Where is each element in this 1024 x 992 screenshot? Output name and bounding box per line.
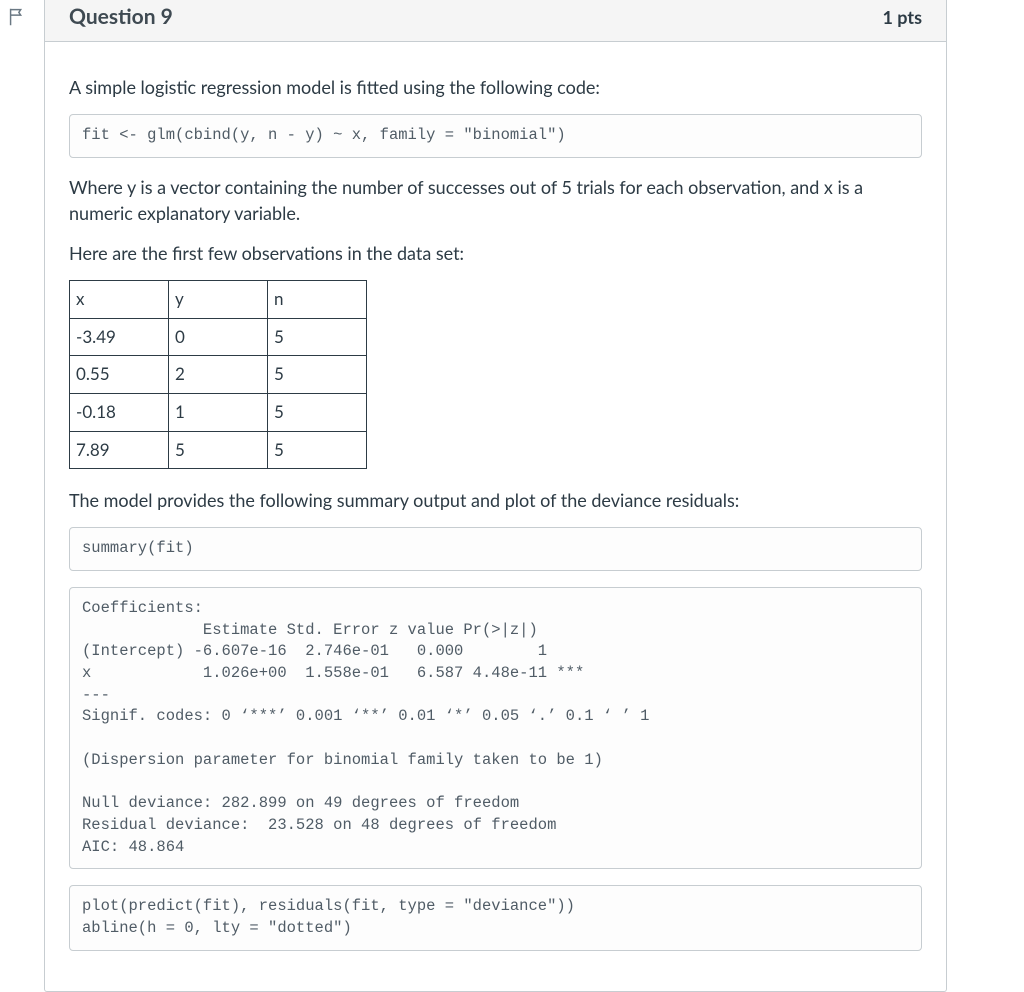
cell: 5: [268, 356, 367, 394]
table-row: -0.18 1 5: [70, 393, 367, 431]
cell: 1: [169, 393, 268, 431]
paragraph-where: Where y is a vector containing the numbe…: [69, 174, 922, 226]
cell: 0: [169, 318, 268, 356]
table-row: 7.89 5 5: [70, 431, 367, 469]
question-points: 1 pts: [882, 6, 922, 28]
cell: 5: [268, 393, 367, 431]
flag-icon[interactable]: [6, 6, 28, 28]
question-body: A simple logistic regression model is fi…: [45, 42, 946, 991]
table-row: -3.49 0 5: [70, 318, 367, 356]
question-title: Question 9: [69, 4, 173, 29]
table-row: 0.55 2 5: [70, 356, 367, 394]
code-block-plot: plot(predict(fit), residuals(fit, type =…: [69, 885, 922, 950]
col-y: y: [169, 281, 268, 319]
cell: 2: [169, 356, 268, 394]
question-header: Question 9 1 pts: [45, 0, 946, 42]
quiz-question-page: Question 9 1 pts A simple logistic regre…: [0, 0, 1024, 919]
cell: 7.89: [70, 431, 169, 469]
code-block-summary-output: Coefficients: Estimate Std. Error z valu…: [69, 587, 922, 869]
paragraph-data-intro: Here are the first few observations in t…: [69, 240, 922, 266]
col-x: x: [70, 281, 169, 319]
cell: 5: [169, 431, 268, 469]
cell: -3.49: [70, 318, 169, 356]
cell: -0.18: [70, 393, 169, 431]
table-header-row: x y n: [70, 281, 367, 319]
paragraph-summary-intro: The model provides the following summary…: [69, 487, 922, 513]
cell: 0.55: [70, 356, 169, 394]
col-n: n: [268, 281, 367, 319]
code-block-fit: fit <- glm(cbind(y, n - y) ~ x, family =…: [69, 114, 922, 158]
intro-text: A simple logistic regression model is fi…: [69, 74, 922, 100]
cell: 5: [268, 431, 367, 469]
data-table: x y n -3.49 0 5 0.55 2 5: [69, 280, 367, 469]
code-block-summary-call: summary(fit): [69, 527, 922, 571]
cell: 5: [268, 318, 367, 356]
question-panel: Question 9 1 pts A simple logistic regre…: [44, 0, 947, 992]
